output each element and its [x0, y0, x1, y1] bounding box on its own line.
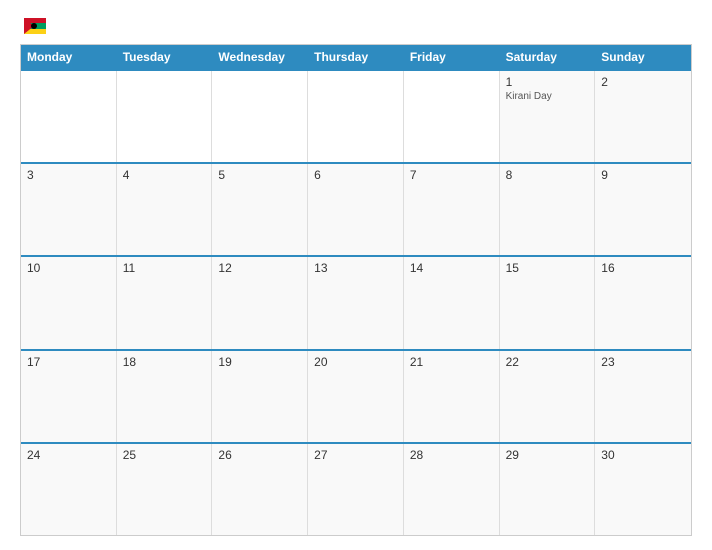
calendar-cell: 14	[404, 257, 500, 348]
calendar-cell	[117, 71, 213, 162]
calendar-cell: 12	[212, 257, 308, 348]
day-number: 26	[218, 448, 301, 462]
day-number: 3	[27, 168, 110, 182]
calendar-week-2: 3456789	[21, 162, 691, 255]
calendar-cell: 13	[308, 257, 404, 348]
weekday-header-thursday: Thursday	[308, 45, 404, 69]
calendar-cell: 24	[21, 444, 117, 535]
day-number: 25	[123, 448, 206, 462]
calendar-cell: 23	[595, 351, 691, 442]
calendar-cell: 11	[117, 257, 213, 348]
day-number: 15	[506, 261, 589, 275]
weekday-header-tuesday: Tuesday	[117, 45, 213, 69]
weekday-header-sunday: Sunday	[595, 45, 691, 69]
day-number: 13	[314, 261, 397, 275]
calendar-week-4: 17 18 19 20 21 22 23	[21, 349, 691, 442]
weekday-header-friday: Friday	[404, 45, 500, 69]
calendar-cell	[212, 71, 308, 162]
weekday-header-saturday: Saturday	[500, 45, 596, 69]
day-number: 14	[410, 261, 493, 275]
calendar-cell: 6	[308, 164, 404, 255]
calendar-week-5: 24 25 26 27 28 29 30	[21, 442, 691, 535]
day-number: 8	[506, 168, 589, 182]
calendar-cell: 10	[21, 257, 117, 348]
calendar-cell: 8	[500, 164, 596, 255]
calendar-cell: 27	[308, 444, 404, 535]
calendar-week-1: 1 Kirani Day 2	[21, 69, 691, 162]
calendar-cell: 17	[21, 351, 117, 442]
calendar-cell	[21, 71, 117, 162]
calendar-cell: 9	[595, 164, 691, 255]
day-number: 22	[506, 355, 589, 369]
day-number: 1	[506, 75, 589, 89]
calendar-cell: 16	[595, 257, 691, 348]
day-number: 27	[314, 448, 397, 462]
page: MondayTuesdayWednesdayThursdayFridaySatu…	[0, 0, 712, 550]
day-number: 24	[27, 448, 110, 462]
day-number: 4	[123, 168, 206, 182]
calendar-cell: 7	[404, 164, 500, 255]
day-number: 6	[314, 168, 397, 182]
day-number: 28	[410, 448, 493, 462]
day-number: 9	[601, 168, 685, 182]
day-number: 10	[27, 261, 110, 275]
calendar-cell: 22	[500, 351, 596, 442]
calendar-cell: 3	[21, 164, 117, 255]
day-number: 16	[601, 261, 685, 275]
day-number: 20	[314, 355, 397, 369]
day-number: 17	[27, 355, 110, 369]
calendar-cell: 2	[595, 71, 691, 162]
calendar-cell: 4	[117, 164, 213, 255]
day-number: 23	[601, 355, 685, 369]
calendar-cell: 15	[500, 257, 596, 348]
calendar-cell: 5	[212, 164, 308, 255]
calendar-body: 1Kirani Day23456789101112131415161718192…	[21, 69, 691, 535]
weekday-header-monday: Monday	[21, 45, 117, 69]
day-number: 5	[218, 168, 301, 182]
calendar-cell	[308, 71, 404, 162]
logo	[20, 18, 50, 34]
calendar-cell: 30	[595, 444, 691, 535]
day-number: 12	[218, 261, 301, 275]
calendar-week-3: 10 11 12 13 14 15 16	[21, 255, 691, 348]
calendar-cell: 20	[308, 351, 404, 442]
calendar-cell: 29	[500, 444, 596, 535]
calendar-cell: 21	[404, 351, 500, 442]
header	[20, 18, 692, 34]
weekday-header-wednesday: Wednesday	[212, 45, 308, 69]
calendar-header: MondayTuesdayWednesdayThursdayFridaySatu…	[21, 45, 691, 69]
day-number: 21	[410, 355, 493, 369]
day-number: 30	[601, 448, 685, 462]
holiday-label: Kirani Day	[506, 91, 589, 102]
calendar-cell: 28	[404, 444, 500, 535]
day-number: 18	[123, 355, 206, 369]
calendar-cell: 26	[212, 444, 308, 535]
calendar: MondayTuesdayWednesdayThursdayFridaySatu…	[20, 44, 692, 536]
day-number: 2	[601, 75, 685, 89]
calendar-cell: 1 Kirani Day	[500, 71, 596, 162]
day-number: 29	[506, 448, 589, 462]
day-number: 11	[123, 261, 206, 275]
logo-flag-icon	[24, 18, 46, 34]
calendar-cell	[404, 71, 500, 162]
calendar-cell: 25	[117, 444, 213, 535]
day-number: 19	[218, 355, 301, 369]
day-number: 7	[410, 168, 493, 182]
calendar-cell: 18	[117, 351, 213, 442]
calendar-cell: 19	[212, 351, 308, 442]
